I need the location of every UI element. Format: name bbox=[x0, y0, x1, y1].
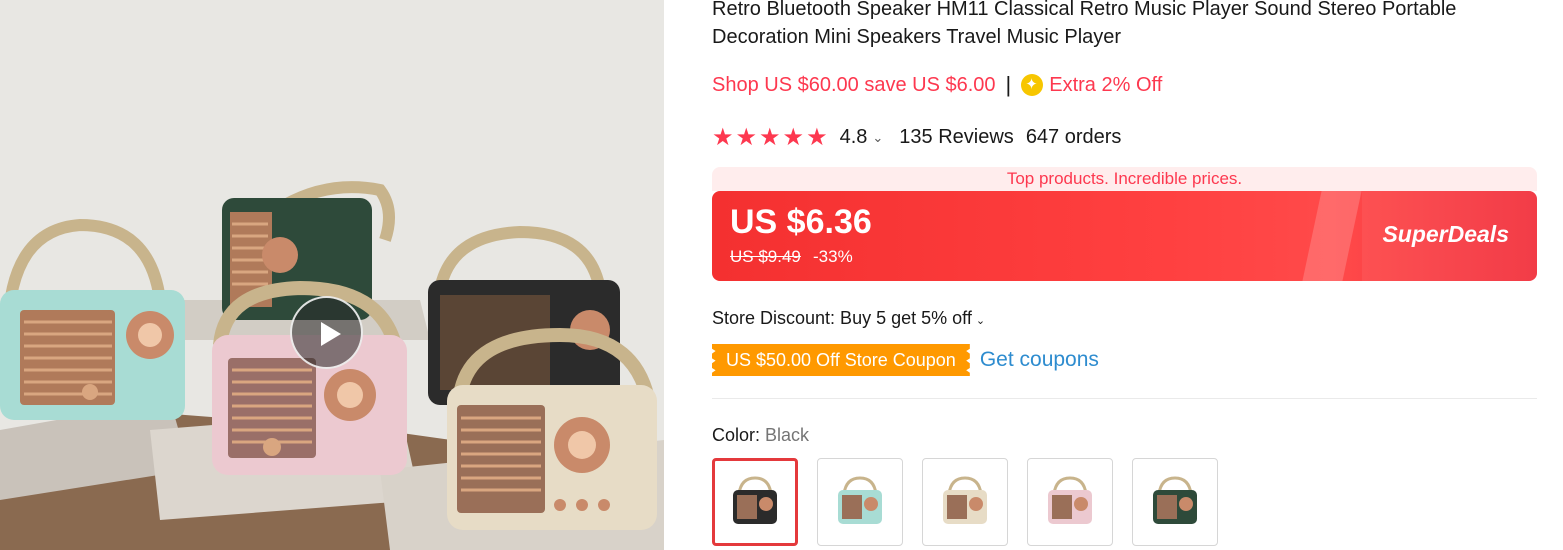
superdeals-logo: SuperDeals bbox=[1382, 221, 1509, 247]
chevron-down-icon[interactable]: ⌄ bbox=[976, 315, 985, 327]
superdeals-tagline: Top products. Incredible prices. bbox=[712, 167, 1537, 191]
radio-thumbnail-icon bbox=[943, 476, 987, 524]
decorative-stripe bbox=[1302, 191, 1362, 281]
selected-color-value: Black bbox=[765, 425, 810, 445]
product-image-gallery[interactable] bbox=[0, 0, 664, 550]
chevron-down-icon[interactable]: ⌄ bbox=[872, 130, 883, 146]
coin-icon bbox=[1021, 74, 1044, 96]
radio-thumbnail-icon bbox=[1153, 476, 1197, 524]
discount-percent: -33% bbox=[813, 247, 853, 266]
rating-stars-icon: ★★★★★ bbox=[712, 124, 830, 151]
superdeals-banner: Top products. Incredible prices. US $6.3… bbox=[712, 167, 1537, 281]
color-swatch-black[interactable] bbox=[712, 458, 798, 546]
shop-save-text: Shop US $60.00 save US $6.00 bbox=[712, 73, 996, 96]
radio-thumbnail-icon bbox=[838, 476, 882, 524]
color-swatch-beige[interactable] bbox=[922, 458, 1008, 546]
play-video-button[interactable] bbox=[290, 296, 363, 369]
product-title: Retro Bluetooth Speaker HM11 Classical R… bbox=[712, 0, 1457, 48]
product-photo bbox=[0, 0, 664, 550]
color-swatch-mint[interactable] bbox=[817, 458, 903, 546]
orders-count: 647 orders bbox=[1025, 126, 1122, 148]
original-price: US $9.49 bbox=[730, 247, 801, 266]
divider bbox=[712, 398, 1537, 399]
store-coupon-badge[interactable]: US $50.00 Off Store Coupon bbox=[712, 344, 970, 376]
color-label-text: Color: bbox=[712, 425, 761, 445]
superdeals-price-box: US $6.36 US $9.49 -33% SuperDeals bbox=[712, 191, 1537, 281]
promo-separator: | bbox=[1005, 72, 1012, 97]
coupon-row: US $50.00 Off Store Coupon Get coupons bbox=[712, 344, 1099, 376]
radio-thumbnail-icon bbox=[733, 476, 777, 524]
rating-row: ★★★★★ 4.8 ⌄ 135 Reviews 647 orders bbox=[712, 123, 1121, 152]
rating-score[interactable]: 4.8 bbox=[840, 126, 868, 149]
reviews-link[interactable]: 135 Reviews bbox=[899, 126, 1014, 149]
radio-thumbnail-icon bbox=[1048, 476, 1092, 524]
store-discount-text: Store Discount: Buy 5 get 5% off bbox=[712, 308, 972, 328]
get-coupons-link[interactable]: Get coupons bbox=[980, 348, 1099, 372]
color-swatches bbox=[712, 458, 1237, 546]
store-discount[interactable]: Store Discount: Buy 5 get 5% off ⌄ bbox=[712, 308, 985, 329]
shop-promo-line: Shop US $60.00 save US $6.00 | Extra 2% … bbox=[712, 72, 1162, 98]
color-swatch-pink[interactable] bbox=[1027, 458, 1113, 546]
current-price: US $6.36 bbox=[730, 203, 872, 241]
extra-off-text: Extra 2% Off bbox=[1049, 73, 1163, 96]
color-label: Color: Black bbox=[712, 425, 809, 446]
color-swatch-green[interactable] bbox=[1132, 458, 1218, 546]
